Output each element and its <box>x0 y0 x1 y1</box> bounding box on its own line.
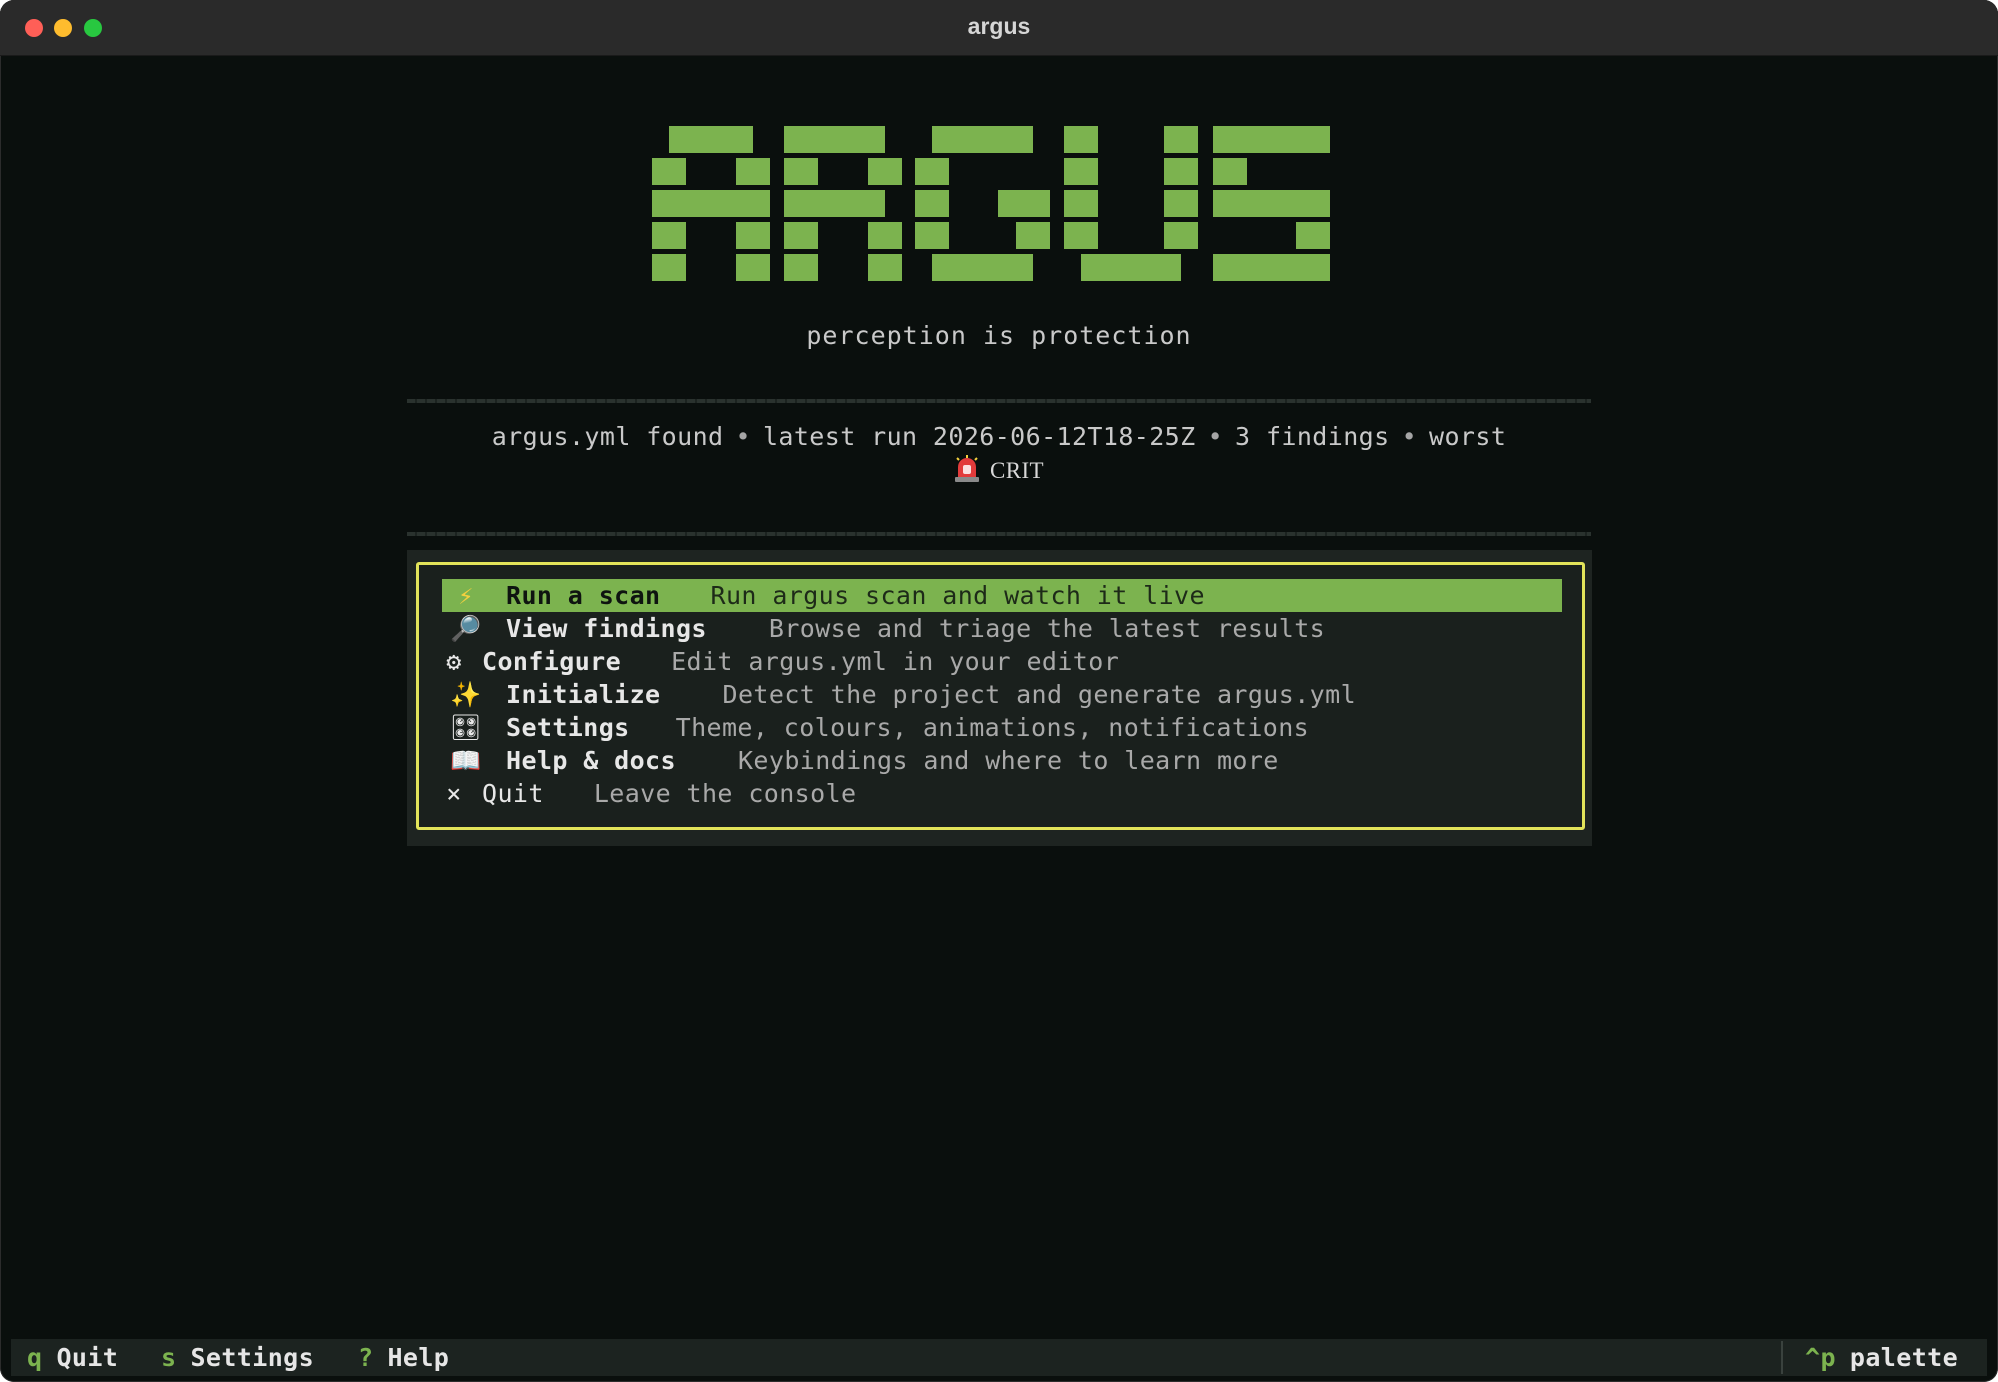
footer-binding-quit[interactable]: q Quit <box>27 1343 118 1372</box>
magnifier-icon: 🔎 <box>450 613 482 643</box>
menu-item-run-scan[interactable]: ⚡ Run a scan Run argus scan and watch it… <box>442 579 1562 612</box>
main-menu: ⚡ Run a scan Run argus scan and watch it… <box>416 562 1585 830</box>
menu-item-label: Configure <box>482 647 622 676</box>
menu-item-description: Run argus scan and watch it live <box>710 581 1205 610</box>
menu-item-description: Keybindings and where to learn more <box>737 746 1279 775</box>
window-title: argus <box>967 13 1031 39</box>
worst-label: worst <box>1429 422 1507 451</box>
top-divider <box>407 399 1591 403</box>
menu-item-label: Help & docs <box>506 746 676 775</box>
menu-list: ⚡ Run a scan Run argus scan and watch it… <box>442 579 1562 810</box>
footer-divider <box>1781 1341 1783 1374</box>
menu-item-description: Theme, colours, animations, notification… <box>675 713 1310 742</box>
footer-binding-settings[interactable]: s Settings <box>161 1343 314 1372</box>
tagline: perception is protection <box>806 321 1192 350</box>
bottom-divider <box>407 532 1591 536</box>
config-status: argus.yml found <box>491 422 724 451</box>
footer-key-label: Settings <box>190 1343 315 1372</box>
menu-item-label: View findings <box>506 614 707 643</box>
close-icon: × <box>446 779 462 808</box>
menu-item-settings[interactable]: 🎛 Settings Theme, colours, animations, n… <box>442 711 1562 744</box>
separator: • <box>735 422 751 451</box>
footer-binding-palette[interactable]: ^p palette <box>1805 1343 1958 1372</box>
menu-item-configure[interactable]: ⚙ Configure Edit argus.yml in your edito… <box>442 645 1562 678</box>
footer-key-label: Quit <box>56 1343 119 1372</box>
menu-item-view-findings[interactable]: 🔎 View findings Browse and triage the la… <box>442 612 1562 645</box>
findings-count: 3 findings <box>1235 422 1390 451</box>
footer-key: ? <box>358 1343 374 1372</box>
menu-item-description: Detect the project and generate argus.ym… <box>722 680 1357 709</box>
menu-item-description: Leave the console <box>593 779 857 808</box>
sparkles-icon: ✨ <box>450 679 482 709</box>
menu-item-initialize[interactable]: ✨ Initialize Detect the project and gene… <box>442 678 1562 711</box>
separator: • <box>1401 422 1418 451</box>
separator: • <box>1207 422 1224 451</box>
menu-item-description: Edit argus.yml in your editor <box>671 647 1120 676</box>
menu-item-label: Initialize <box>506 680 661 709</box>
gear-icon: ⚙ <box>446 647 462 676</box>
book-icon: 📖 <box>450 745 482 775</box>
footer-keybindings: q Quit s Settings ? Help ^p palette <box>11 1339 1987 1376</box>
terminal-window: argus perception is protection argus.yml… <box>0 0 1998 1382</box>
footer-key: q <box>27 1343 43 1372</box>
footer-key: s <box>161 1343 177 1372</box>
siren-icon <box>955 455 979 482</box>
footer-binding-help[interactable]: ? Help <box>358 1343 449 1372</box>
footer-key: ^p <box>1805 1343 1836 1372</box>
control-knobs-icon: 🎛 <box>449 712 483 742</box>
app-logo <box>11 56 1987 296</box>
lightning-icon: ⚡ <box>458 581 474 610</box>
menu-item-label: Settings <box>506 713 630 742</box>
worst-severity-badge: CRIT <box>990 458 1044 483</box>
latest-run: latest run 2026-06-12T18-25Z <box>762 422 1196 451</box>
status-line: argus.yml found • latest run 2026-06-12T18… <box>407 420 1591 487</box>
menu-item-quit[interactable]: × Quit Leave the console <box>442 777 1562 810</box>
title-bar: argus <box>0 0 1998 56</box>
footer-key-label: palette <box>1849 1343 1959 1372</box>
terminal-content: perception is protection argus.yml found… <box>11 56 1987 1376</box>
menu-item-label: Quit <box>482 779 544 808</box>
menu-item-help-docs[interactable]: 📖 Help & docs Keybindings and where to l… <box>442 744 1562 777</box>
menu-item-description: Browse and triage the latest results <box>768 614 1326 643</box>
main-menu-panel: ⚡ Run a scan Run argus scan and watch it… <box>407 550 1592 846</box>
menu-item-label: Run a scan <box>506 581 661 610</box>
logo-art <box>652 126 1330 281</box>
footer-key-label: Help <box>387 1343 450 1372</box>
